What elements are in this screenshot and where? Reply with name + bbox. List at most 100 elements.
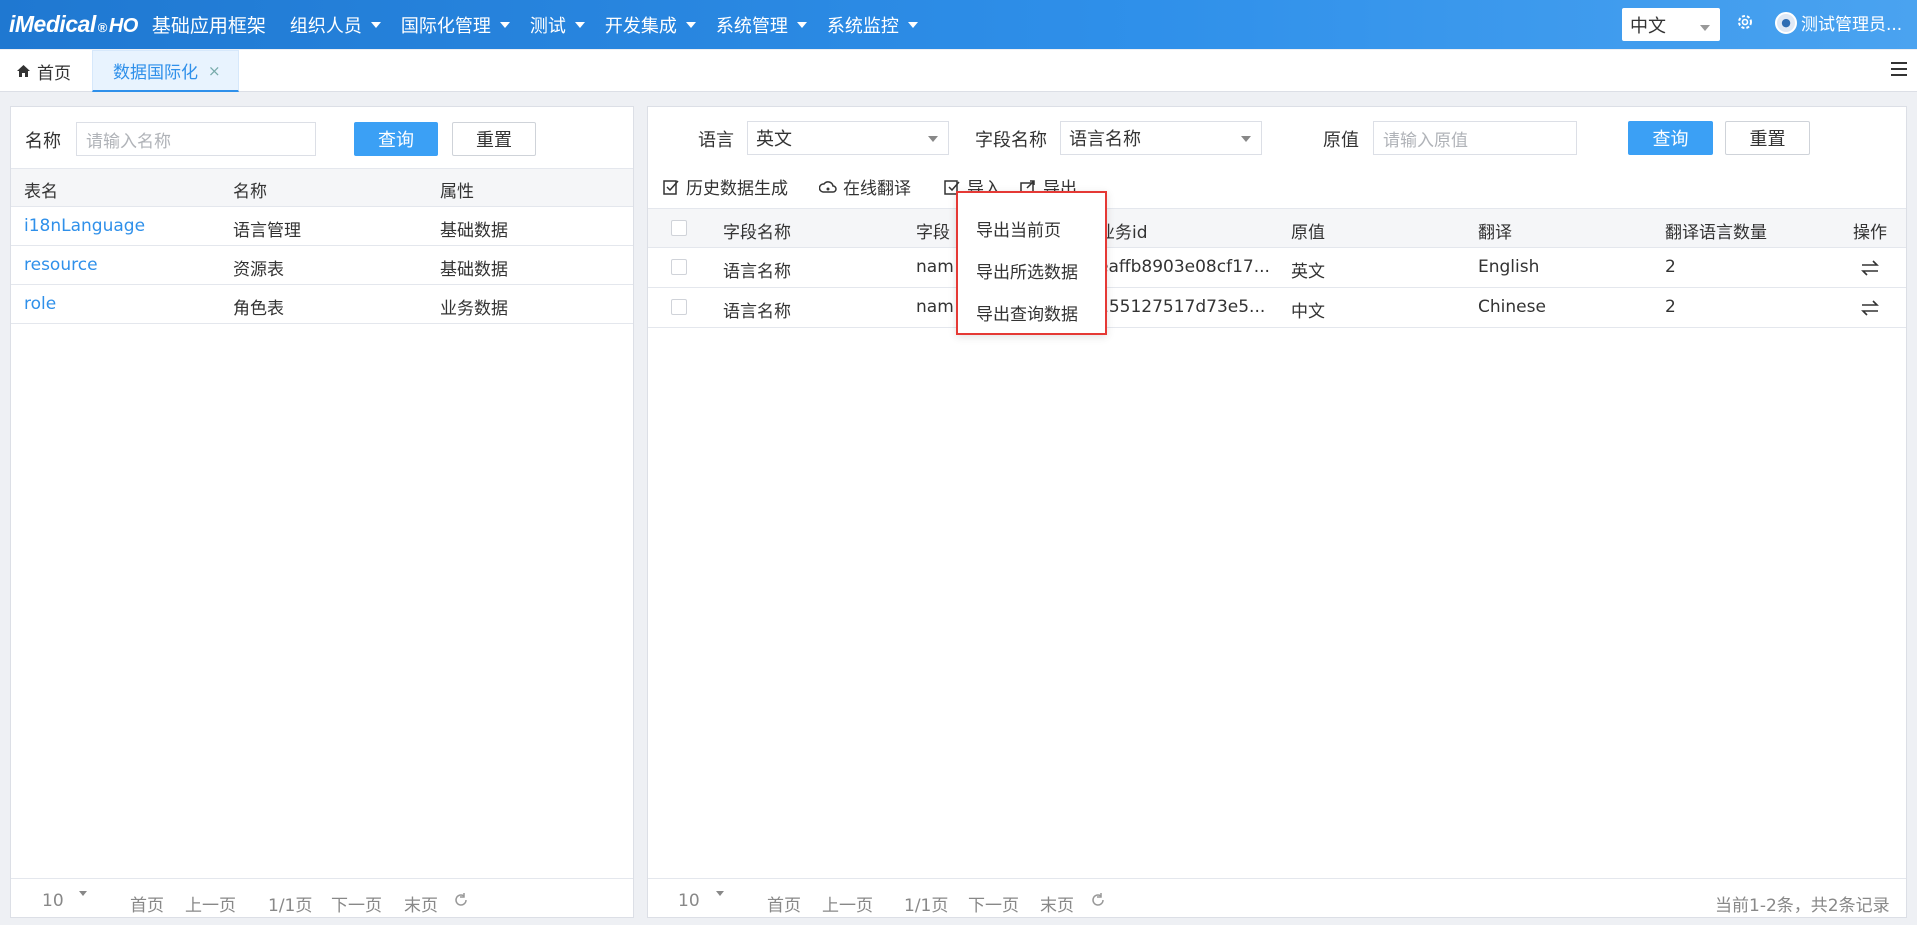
table-row[interactable]: resource 资源表 基础数据 xyxy=(11,246,633,285)
query-button[interactable]: 查询 xyxy=(1628,121,1713,155)
table-cell: 2 xyxy=(1665,257,1676,277)
table-cell: 2 xyxy=(1665,297,1676,317)
tab-home[interactable]: 首页 xyxy=(16,50,71,92)
nav-system-management[interactable]: 系统管理 xyxy=(716,12,807,38)
table-cell: 中文 xyxy=(1291,302,1325,322)
column-header: 操作 xyxy=(1853,223,1887,243)
last-page-button[interactable]: 末页 xyxy=(1040,891,1074,916)
column-header[interactable]: 表名 xyxy=(24,177,58,202)
caret-down-icon xyxy=(370,21,381,28)
page-indicator: 1/1页 xyxy=(904,896,949,916)
query-button[interactable]: 查询 xyxy=(354,122,438,156)
first-page-button[interactable]: 首页 xyxy=(130,891,164,916)
table-list-panel: 名称 请输入名称 查询 重置 表名 名称 属性 i18nLanguage 语言管… xyxy=(10,106,634,918)
language-label: 语言 xyxy=(698,130,734,151)
menu-icon[interactable] xyxy=(1891,62,1907,78)
pagination: 10 首页 上一页 1/1页 下一页 末页 当前1-2条，共2条记录 xyxy=(648,878,1906,922)
caret-down-icon xyxy=(79,891,87,896)
table-cell: 基础数据 xyxy=(440,221,508,241)
field-name-select[interactable]: 语言名称 xyxy=(1060,121,1262,155)
nav-org-people[interactable]: 组织人员 xyxy=(290,12,381,38)
row-checkbox[interactable] xyxy=(671,259,687,275)
top-header: iMedical ® HO 基础应用框架 组织人员 国际化管理 测试 开发集成 … xyxy=(0,0,1917,49)
table-name-link[interactable]: role xyxy=(24,294,56,314)
nav-system-monitor[interactable]: 系统监控 xyxy=(827,12,918,38)
caret-down-icon xyxy=(1700,25,1710,31)
caret-down-icon xyxy=(574,21,585,28)
table-cell: English xyxy=(1478,257,1540,277)
app-title: 基础应用框架 xyxy=(151,15,266,37)
column-header[interactable]: 翻译 xyxy=(1478,218,1512,243)
close-icon[interactable]: × xyxy=(208,62,221,80)
caret-down-icon xyxy=(796,21,807,28)
page-size-select[interactable]: 10 xyxy=(42,891,64,911)
nav-label: 系统监控 xyxy=(826,15,899,37)
reset-button[interactable]: 重置 xyxy=(452,122,536,156)
tab-data-i18n[interactable]: 数据国际化 × xyxy=(92,50,239,92)
avatar: ● xyxy=(1775,11,1797,34)
language-value: 中文 xyxy=(1630,15,1666,37)
home-icon xyxy=(17,65,30,77)
swap-icon[interactable] xyxy=(1860,260,1880,276)
nav-test[interactable]: 测试 xyxy=(530,12,585,38)
table-cell: 155127517d73e5... xyxy=(1098,297,1266,317)
table-row[interactable]: 语言名称 nam eaffb8903e08cf17... 英文 English … xyxy=(648,248,1906,288)
row-checkbox[interactable] xyxy=(671,299,687,315)
nav-dev-integration[interactable]: 开发集成 xyxy=(605,12,696,38)
last-page-button[interactable]: 末页 xyxy=(404,891,438,916)
export-current-page-item[interactable]: 导出当前页 xyxy=(976,216,1061,241)
next-page-button[interactable]: 下一页 xyxy=(331,891,382,916)
column-header[interactable]: 名称 xyxy=(233,177,267,202)
reset-button[interactable]: 重置 xyxy=(1725,121,1810,155)
name-label: 名称 xyxy=(25,131,61,152)
export-query-item[interactable]: 导出查询数据 xyxy=(976,300,1078,325)
history-generate-button[interactable]: 历史数据生成 xyxy=(662,174,788,199)
refresh-icon[interactable] xyxy=(1090,892,1106,908)
cloud-translate-icon xyxy=(819,180,837,193)
language-filter-select[interactable]: 英文 xyxy=(747,121,949,155)
page-indicator: 1/1页 xyxy=(268,896,313,916)
caret-down-icon xyxy=(716,891,724,896)
column-header[interactable]: 属性 xyxy=(440,177,474,202)
column-header[interactable]: 原值 xyxy=(1291,218,1325,243)
nav-label: 组织人员 xyxy=(289,15,362,37)
caret-down-icon xyxy=(685,21,696,28)
history-icon xyxy=(663,179,679,195)
table-cell: 角色表 xyxy=(233,299,284,319)
nav-i18n-management[interactable]: 国际化管理 xyxy=(401,12,510,38)
online-translate-button[interactable]: 在线翻译 xyxy=(819,174,911,199)
column-header[interactable]: 字段 xyxy=(916,218,950,243)
table-cell: Chinese xyxy=(1478,297,1546,317)
column-header[interactable]: 翻译语言数量 xyxy=(1665,218,1767,243)
export-selected-item[interactable]: 导出所选数据 xyxy=(976,258,1078,283)
table-row[interactable]: role 角色表 业务数据 xyxy=(11,285,633,324)
table-cell: 语言名称 xyxy=(723,302,791,322)
column-header[interactable]: 字段名称 xyxy=(723,218,791,243)
prev-page-button[interactable]: 上一页 xyxy=(822,891,873,916)
select-all-checkbox[interactable] xyxy=(671,220,687,236)
caret-down-icon xyxy=(1241,136,1251,142)
nav-label: 国际化管理 xyxy=(400,15,491,37)
caret-down-icon xyxy=(907,21,918,28)
brand-logo[interactable]: iMedical ® HO xyxy=(9,11,138,38)
name-search-input[interactable]: 请输入名称 xyxy=(76,122,316,156)
first-page-button[interactable]: 首页 xyxy=(767,891,801,916)
swap-icon[interactable] xyxy=(1860,300,1880,316)
original-value-label: 原值 xyxy=(1323,130,1359,151)
table-name-link[interactable]: i18nLanguage xyxy=(24,216,145,236)
gear-icon[interactable] xyxy=(1735,12,1755,32)
table-row[interactable]: i18nLanguage 语言管理 基础数据 xyxy=(11,207,633,246)
language-select[interactable]: 中文 xyxy=(1622,8,1720,41)
refresh-icon[interactable] xyxy=(453,892,469,908)
user-name: 测试管理员... xyxy=(1801,15,1903,35)
next-page-button[interactable]: 下一页 xyxy=(968,891,1019,916)
user-menu[interactable]: ● 测试管理员... xyxy=(1775,10,1902,35)
brand-suffix: HO xyxy=(108,15,139,37)
table-row[interactable]: 语言名称 nam 155127517d73e5... 中文 Chinese 2 xyxy=(648,288,1906,328)
page-size-select[interactable]: 10 xyxy=(678,891,700,911)
record-summary: 当前1-2条，共2条记录 xyxy=(1715,896,1890,916)
table-name-link[interactable]: resource xyxy=(24,255,98,275)
original-value-input[interactable]: 请输入原值 xyxy=(1373,121,1577,155)
prev-page-button[interactable]: 上一页 xyxy=(185,891,236,916)
table-cell: 基础数据 xyxy=(440,260,508,280)
